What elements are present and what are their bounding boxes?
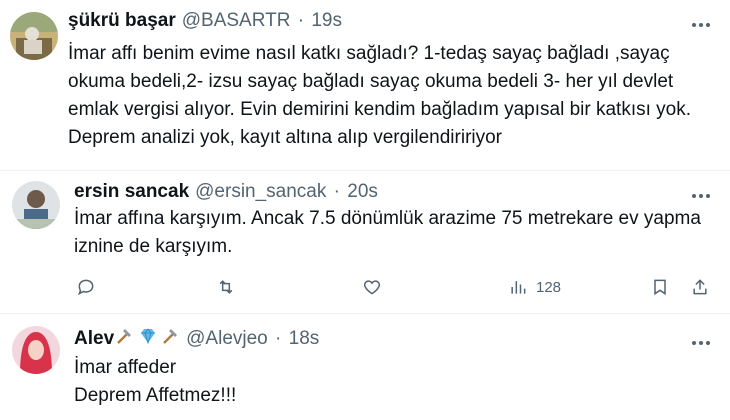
heart-icon bbox=[363, 280, 381, 295]
tweet-text: İmar affeder Deprem Affetmez!!! bbox=[74, 357, 237, 406]
timestamp[interactable]: 18s bbox=[289, 328, 320, 349]
hammer-pick-icon bbox=[114, 326, 134, 352]
timestamp[interactable]: 20s bbox=[347, 181, 378, 202]
separator-dot: · bbox=[297, 10, 305, 31]
tweet-text: İmar affı benim evime nasıl katkı sağlad… bbox=[68, 43, 692, 148]
bookmark-button[interactable] bbox=[650, 275, 670, 299]
tweet-text: İmar affına karşıyım. Ancak 7.5 dönümlük… bbox=[74, 208, 701, 257]
bookmark-icon bbox=[654, 279, 666, 296]
author-handle[interactable]: @Alevjeo bbox=[186, 328, 268, 349]
share-icon bbox=[693, 279, 707, 295]
tweet-1[interactable]: şükrü başar @BASARTR · 19s İmar affı beni… bbox=[0, 0, 730, 170]
more-options-button[interactable] bbox=[690, 20, 712, 30]
gem-icon bbox=[138, 326, 158, 352]
tweet-3[interactable]: Alev @Alevjeo · 18s İmar affeder Deprem … bbox=[0, 314, 730, 420]
author-name[interactable]: ersin sancak bbox=[74, 181, 189, 202]
avatar[interactable] bbox=[10, 12, 58, 60]
views-chart-icon bbox=[511, 281, 526, 294]
views-button[interactable]: 128 bbox=[508, 275, 561, 299]
reply-button[interactable] bbox=[76, 275, 96, 299]
views-count: 128 bbox=[536, 278, 562, 296]
retweet-icon bbox=[219, 280, 233, 294]
author-name[interactable]: Alev bbox=[74, 328, 114, 349]
author-name[interactable]: şükrü başar bbox=[68, 10, 176, 31]
reply-icon bbox=[77, 279, 94, 296]
retweet-button[interactable] bbox=[216, 275, 236, 299]
share-button[interactable] bbox=[690, 275, 710, 299]
more-options-button[interactable] bbox=[690, 338, 712, 348]
avatar[interactable] bbox=[12, 181, 60, 229]
author-handle[interactable]: @ersin_sancak bbox=[195, 181, 326, 202]
hammer-pick-icon bbox=[160, 326, 180, 352]
avatar[interactable] bbox=[12, 326, 60, 374]
author-handle[interactable]: @BASARTR bbox=[182, 10, 291, 31]
more-options-button[interactable] bbox=[690, 191, 712, 201]
separator-dot: · bbox=[333, 181, 340, 202]
separator-dot: · bbox=[275, 328, 282, 350]
tweet-actions: 128 bbox=[68, 275, 718, 299]
timestamp[interactable]: 19s bbox=[311, 10, 342, 31]
like-button[interactable] bbox=[362, 275, 382, 299]
